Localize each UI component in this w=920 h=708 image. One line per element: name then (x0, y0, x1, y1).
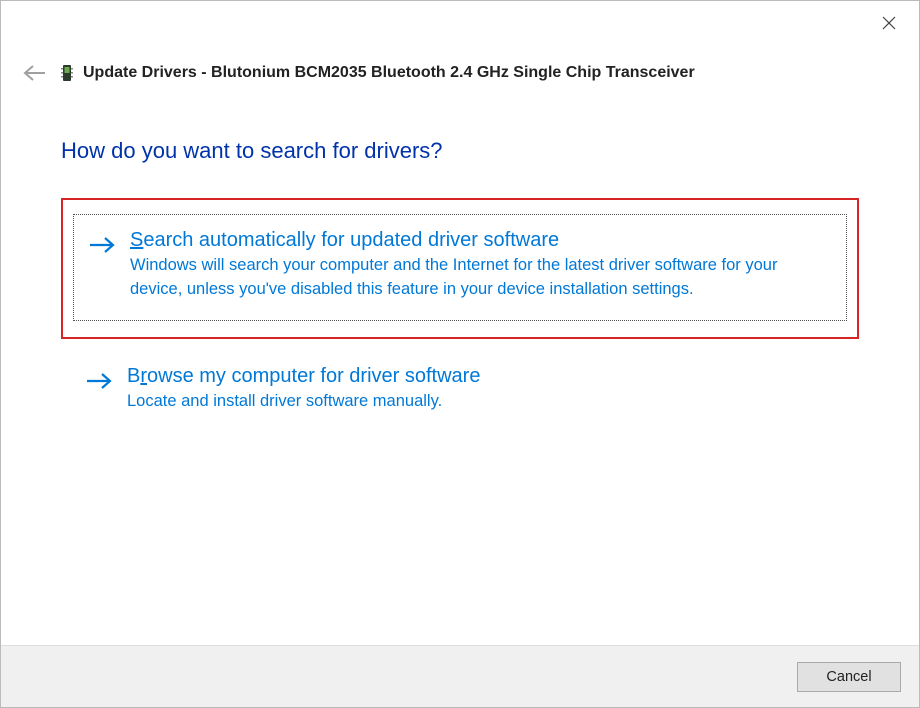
option-text-block: Search automatically for updated driver … (130, 229, 826, 302)
back-button[interactable] (23, 63, 47, 83)
option-arrow-icon (85, 371, 113, 414)
titlebar (1, 1, 919, 41)
back-arrow-icon (23, 63, 47, 83)
option-text-block: Browse my computer for driver software L… (127, 365, 829, 414)
browse-description: Locate and install driver software manua… (127, 390, 829, 414)
header-row: Update Drivers - Blutonium BCM2035 Bluet… (1, 41, 919, 83)
search-automatically-option[interactable]: Search automatically for updated driver … (73, 214, 847, 321)
cancel-button[interactable]: Cancel (797, 662, 901, 692)
window-title: Update Drivers - Blutonium BCM2035 Bluet… (83, 64, 695, 82)
browse-computer-option[interactable]: Browse my computer for driver software L… (61, 359, 859, 432)
device-icon (61, 63, 73, 83)
question-heading: How do you want to search for drivers? (61, 138, 859, 164)
browse-title: Browse my computer for driver software (127, 365, 829, 388)
search-auto-description: Windows will search your computer and th… (130, 254, 826, 302)
option-arrow-icon (88, 235, 116, 302)
footer-bar: Cancel (1, 645, 919, 707)
search-auto-title: Search automatically for updated driver … (130, 229, 826, 252)
highlighted-option-frame: Search automatically for updated driver … (61, 198, 859, 339)
close-button[interactable] (875, 9, 903, 37)
content-area: How do you want to search for drivers? S… (1, 83, 919, 432)
close-icon (882, 16, 896, 30)
